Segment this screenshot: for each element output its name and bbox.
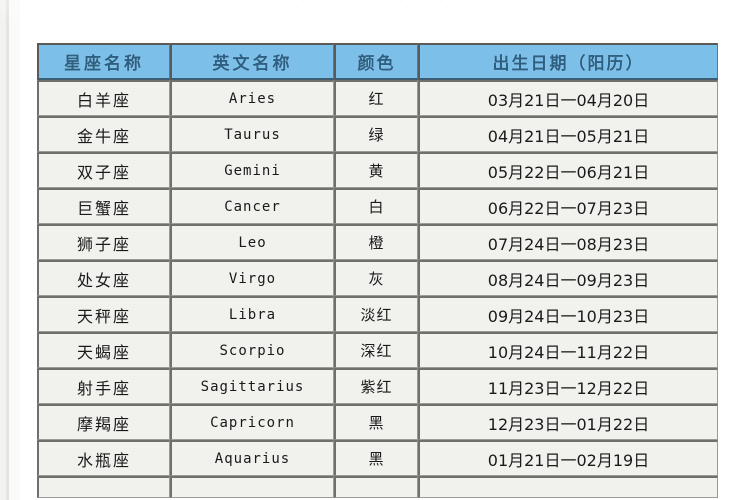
cell-sign-name: 巨蟹座 [37,188,170,224]
cell-clipped [37,476,170,498]
cell-birth-date: 10月24日一11月22日 [418,332,718,368]
cell-english-name: Virgo [170,260,334,296]
cell-color-value: 淡红 [334,296,418,332]
cell-birth-date: 07月24日一08月23日 [418,224,718,260]
cell-clipped [418,476,718,498]
cell-english-name: Gemini [170,152,334,188]
cell-clipped [334,476,418,498]
table-row-clipped [37,476,718,498]
cell-english-name: Taurus [170,116,334,152]
table-row: 摩羯座 Capricorn 黑 12月23日一01月22日 [37,404,718,440]
cell-english-name: Leo [170,224,334,260]
table-row: 巨蟹座 Cancer 白 06月22日一07月23日 [37,188,718,224]
cell-sign-name: 水瓶座 [37,440,170,476]
cell-color-value: 紫红 [334,368,418,404]
cell-english-name: Aries [170,80,334,116]
cell-sign-name: 白羊座 [37,80,170,116]
ghost-top-text: · · · · · · · · [301,0,449,7]
scan-top-edge-artifact: · · · · · · · · [0,0,750,11]
cell-color-value: 黑 [334,404,418,440]
cell-birth-date: 01月21日一02月19日 [418,440,718,476]
table-row: 射手座 Sagittarius 紫红 11月23日一12月22日 [37,368,718,404]
cell-sign-name: 金牛座 [37,116,170,152]
cell-english-name: Libra [170,296,334,332]
column-header-color: 颜色 [334,43,418,80]
table-row: 处女座 Virgo 灰 08月24日一09月23日 [37,260,718,296]
cell-sign-name: 处女座 [37,260,170,296]
cell-color-value: 绿 [334,116,418,152]
cell-birth-date: 08月24日一09月23日 [418,260,718,296]
cell-birth-date: 05月22日一06月21日 [418,152,718,188]
cell-sign-name: 双子座 [37,152,170,188]
cell-english-name: Aquarius [170,440,334,476]
table-row: 天蝎座 Scorpio 深红 10月24日一11月22日 [37,332,718,368]
table-row: 狮子座 Leo 橙 07月24日一08月23日 [37,224,718,260]
cell-birth-date: 09月24日一10月23日 [418,296,718,332]
table-header-row: 星座名称 英文名称 颜色 出生日期（阳历） [37,43,718,80]
zodiac-signs-table: 星座名称 英文名称 颜色 出生日期（阳历） 白羊座 Aries 红 03月21日一04… [37,43,718,498]
column-header-birth-date: 出生日期（阳历） [418,43,718,80]
cell-birth-date: 06月22日一07月23日 [418,188,718,224]
cell-color-value: 橙 [334,224,418,260]
cell-sign-name: 天秤座 [37,296,170,332]
cell-english-name: Capricorn [170,404,334,440]
cell-color-value: 灰 [334,260,418,296]
cell-sign-name: 天蝎座 [37,332,170,368]
cell-sign-name: 摩羯座 [37,404,170,440]
table-row: 白羊座 Aries 红 03月21日一04月20日 [37,80,718,116]
cell-color-value: 黑 [334,440,418,476]
cell-color-value: 白 [334,188,418,224]
cell-clipped [170,476,334,498]
cell-birth-date: 03月21日一04月20日 [418,80,718,116]
cell-english-name: Sagittarius [170,368,334,404]
cell-sign-name: 射手座 [37,368,170,404]
cell-color-value: 深红 [334,332,418,368]
cell-english-name: Cancer [170,188,334,224]
column-header-english-name: 英文名称 [170,43,334,80]
column-header-sign-name: 星座名称 [37,43,170,80]
cell-english-name: Scorpio [170,332,334,368]
cell-color-value: 红 [334,80,418,116]
cell-color-value: 黄 [334,152,418,188]
cell-birth-date: 11月23日一12月22日 [418,368,718,404]
cell-birth-date: 12月23日一01月22日 [418,404,718,440]
cell-sign-name: 狮子座 [37,224,170,260]
table-body: 白羊座 Aries 红 03月21日一04月20日 金牛座 Taurus 绿 04月21日一0… [37,80,718,498]
table-row: 天秤座 Libra 淡红 09月24日一10月23日 [37,296,718,332]
table-row: 双子座 Gemini 黄 05月22日一06月21日 [37,152,718,188]
table-row: 金牛座 Taurus 绿 04月21日一05月21日 [37,116,718,152]
cell-birth-date: 04月21日一05月21日 [418,116,718,152]
table-header: 星座名称 英文名称 颜色 出生日期（阳历） [37,43,718,80]
table-row: 水瓶座 Aquarius 黑 01月21日一02月19日 [37,440,718,476]
